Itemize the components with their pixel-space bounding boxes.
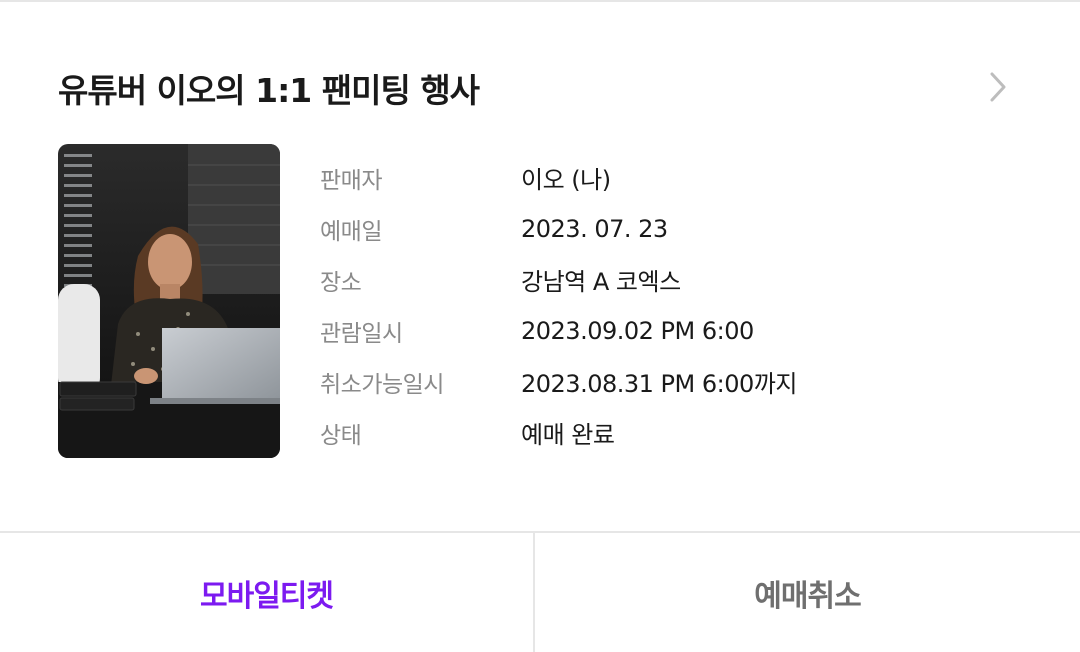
detail-row-booking-date: 예매일 2023. 07. 23 bbox=[320, 203, 797, 254]
event-card[interactable]: 유튜버 이오의 1:1 팬미팅 행사 판매자 이오 (나) 예매일 2023. … bbox=[0, 0, 1080, 532]
detail-value: 예매 완료 bbox=[521, 421, 615, 449]
detail-label: 상태 bbox=[320, 422, 362, 449]
event-photo bbox=[58, 144, 280, 458]
detail-value: 2023.08.31 PM 6:00까지 bbox=[521, 370, 797, 398]
detail-label: 예매일 bbox=[320, 218, 382, 245]
chevron-right-icon[interactable] bbox=[984, 70, 1012, 104]
action-bar: 모바일티켓 예매취소 bbox=[0, 531, 1080, 652]
detail-row-seller: 판매자 이오 (나) bbox=[320, 152, 797, 203]
event-title: 유튜버 이오의 1:1 팬미팅 행사 bbox=[58, 71, 480, 110]
detail-row-status: 상태 예매 완료 bbox=[320, 407, 797, 458]
detail-value: 2023.09.02 PM 6:00 bbox=[521, 316, 754, 345]
detail-label: 관람일시 bbox=[320, 320, 403, 347]
detail-label: 장소 bbox=[320, 269, 362, 296]
event-details: 판매자 이오 (나) 예매일 2023. 07. 23 장소 강남역 A 코엑스… bbox=[320, 152, 797, 458]
detail-row-cancel-deadline: 취소가능일시 2023.08.31 PM 6:00까지 bbox=[320, 356, 797, 407]
detail-label: 판매자 bbox=[320, 167, 382, 194]
detail-value: 이오 (나) bbox=[521, 166, 611, 194]
detail-row-show-time: 관람일시 2023.09.02 PM 6:00 bbox=[320, 305, 797, 356]
detail-row-venue: 장소 강남역 A 코엑스 bbox=[320, 254, 797, 305]
detail-label: 취소가능일시 bbox=[320, 371, 444, 398]
detail-value: 2023. 07. 23 bbox=[521, 214, 668, 243]
mobile-ticket-button[interactable]: 모바일티켓 bbox=[0, 533, 535, 652]
detail-value: 강남역 A 코엑스 bbox=[521, 268, 681, 296]
cancel-booking-button[interactable]: 예매취소 bbox=[535, 533, 1080, 652]
